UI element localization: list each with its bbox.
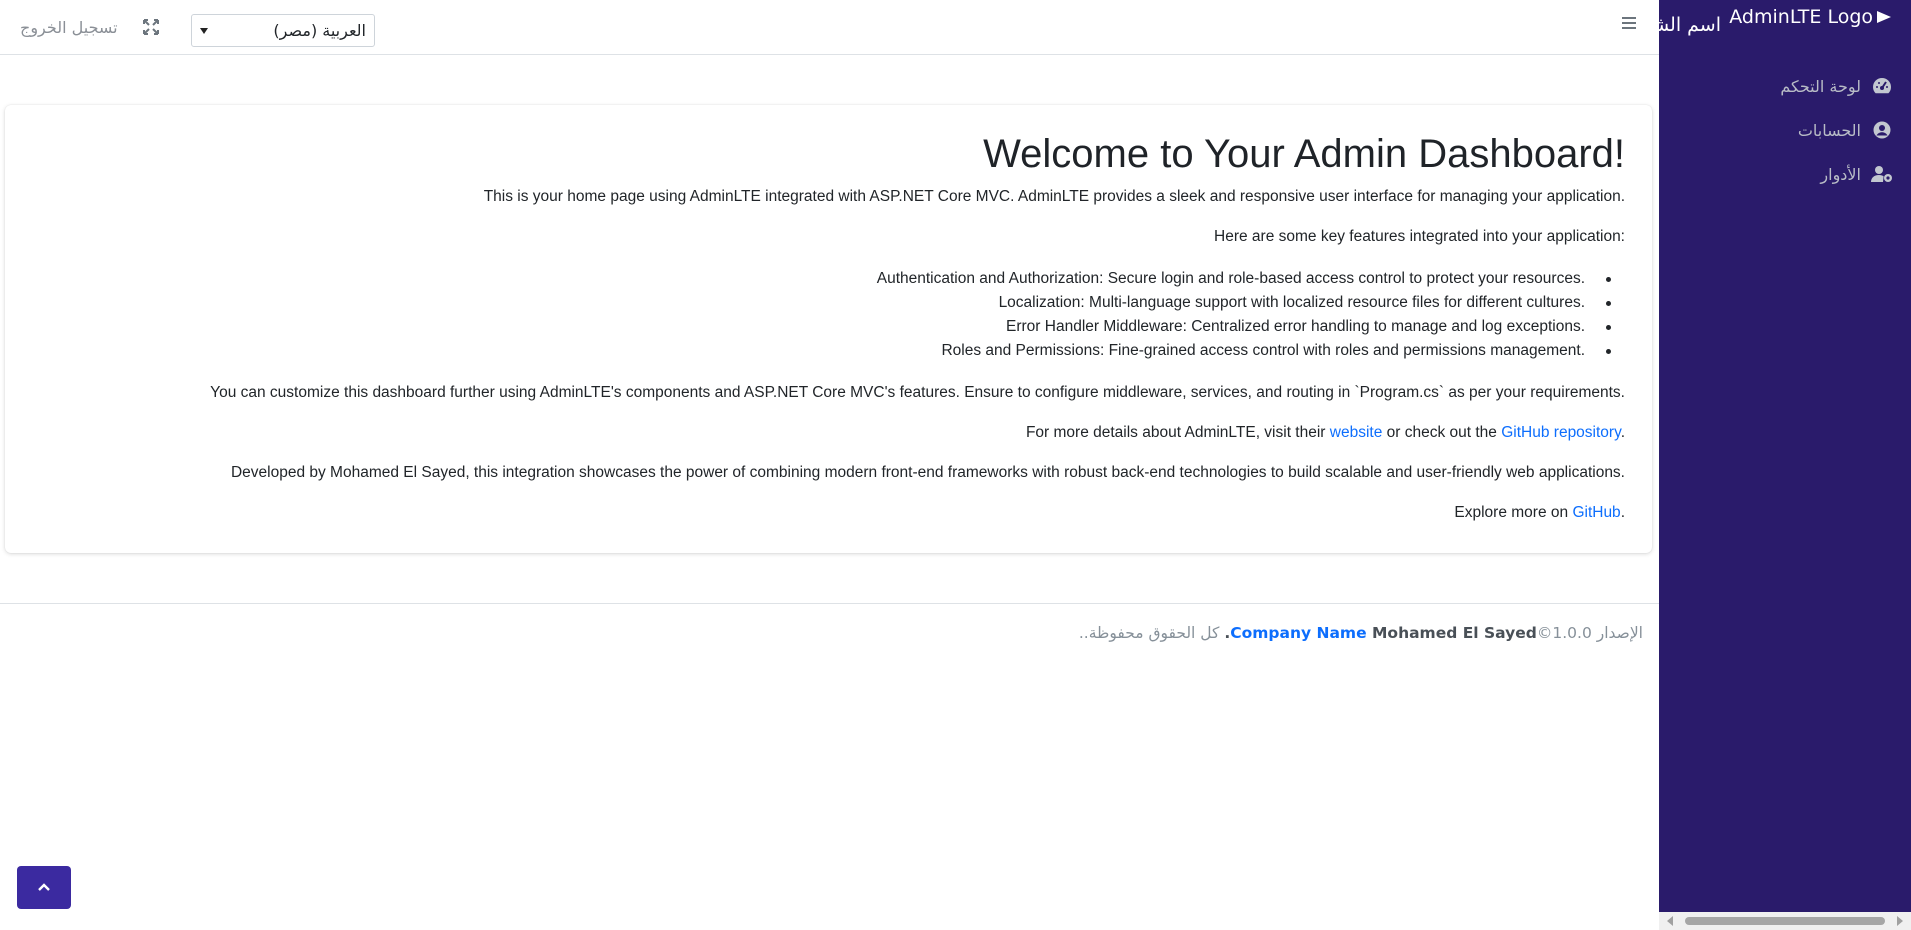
details-prefix: For more details about AdminLTE, visit t… <box>1025 424 1330 441</box>
explore-prefix: Explore more on <box>1454 504 1573 521</box>
footer-rights: كل الحقوق محفوظة.. <box>1078 624 1225 642</box>
explore-text: Explore more on GitHub. <box>25 503 1625 523</box>
brand-name: اسم الشركة <box>1659 14 1721 36</box>
language-select[interactable]: العربية (مصر) <box>191 14 375 47</box>
page-title: Welcome to Your Admin Dashboard! <box>983 132 1625 176</box>
language-selected-value: العربية (مصر) <box>273 21 366 40</box>
users-cog-icon <box>1871 163 1893 185</box>
brand-logo: AdminLTE Logo <box>1729 6 1891 28</box>
github-link[interactable]: GitHub <box>1572 504 1620 521</box>
fullscreen-expand-icon[interactable] <box>142 18 160 36</box>
sidebar-item-dashboard[interactable]: لوحة التحكم <box>1659 64 1911 108</box>
sidebar-item-label: الأدوار <box>1820 164 1861 184</box>
explore-suffix: . <box>1620 504 1625 521</box>
footer-text: الإصدار 1.0.0©Company Name Mohamed El Sa… <box>1079 624 1643 642</box>
user-circle-icon <box>1871 119 1893 141</box>
dashboard-gauge-icon <box>1871 75 1893 97</box>
brand-link[interactable]: اسم الشركة AdminLTE Logo <box>1659 0 1911 54</box>
details-middle: or check out the <box>1382 424 1502 441</box>
footer: الإصدار 1.0.0©Company Name Mohamed El Sa… <box>0 603 1659 663</box>
list-item: Authentication and Authorization: Secure… <box>25 267 1625 291</box>
top-navbar: العربية (مصر) تسجيل الخروج <box>0 0 1659 55</box>
intro-text: This is your home page using AdminLTE in… <box>483 188 1625 205</box>
developed-text: Developed by Mohamed El Sayed, this inte… <box>230 464 1625 481</box>
brand-logo-text: AdminLTE Logo <box>1729 6 1873 28</box>
features-list: Authentication and Authorization: Secure… <box>25 267 1625 363</box>
company-name-link[interactable]: Company Name <box>1230 624 1366 642</box>
sidebar-nav: لوحة التحكم الحسابات الأدوار <box>1659 64 1911 196</box>
list-item: Localization: Multi-language support wit… <box>25 291 1625 315</box>
sidebar-horizontal-scrollbar[interactable] <box>1659 912 1911 930</box>
scrollbar-thumb[interactable] <box>1685 917 1885 925</box>
welcome-card: Welcome to Your Admin Dashboard! This is… <box>5 105 1652 553</box>
chevron-down-icon <box>200 27 208 34</box>
list-item: Error Handler Middleware: Centralized er… <box>25 315 1625 339</box>
details-suffix: . <box>1620 424 1625 441</box>
features-intro-text: Here are some key features integrated in… <box>1214 228 1625 245</box>
sidebar: اسم الشركة AdminLTE Logo لوحة التحكم الح… <box>1659 0 1911 930</box>
logo-flag-icon <box>1877 11 1891 23</box>
footer-copyright: © <box>1536 624 1553 642</box>
scroll-left-arrow-icon[interactable] <box>1667 916 1673 926</box>
github-repository-link[interactable]: GitHub repository <box>1501 424 1620 441</box>
footer-version: الإصدار 1.0.0 <box>1552 624 1643 642</box>
scroll-right-arrow-icon[interactable] <box>1897 916 1903 926</box>
menu-toggle-icon[interactable] <box>1622 17 1636 31</box>
sidebar-item-roles[interactable]: الأدوار <box>1659 152 1911 196</box>
sidebar-item-label: الحسابات <box>1797 120 1861 140</box>
website-link[interactable]: website <box>1330 424 1383 441</box>
sidebar-item-label: لوحة التحكم <box>1780 76 1861 96</box>
back-to-top-button[interactable] <box>17 866 71 909</box>
card-body: Welcome to Your Admin Dashboard! This is… <box>25 125 1625 543</box>
list-item: Roles and Permissions: Fine-grained acce… <box>25 339 1625 363</box>
logout-link[interactable]: تسجيل الخروج <box>20 18 118 37</box>
customize-text: You can customize this dashboard further… <box>210 384 1625 401</box>
chevron-up-icon <box>37 879 51 897</box>
details-text: For more details about AdminLTE, visit t… <box>25 423 1625 443</box>
sidebar-item-accounts[interactable]: الحسابات <box>1659 108 1911 152</box>
